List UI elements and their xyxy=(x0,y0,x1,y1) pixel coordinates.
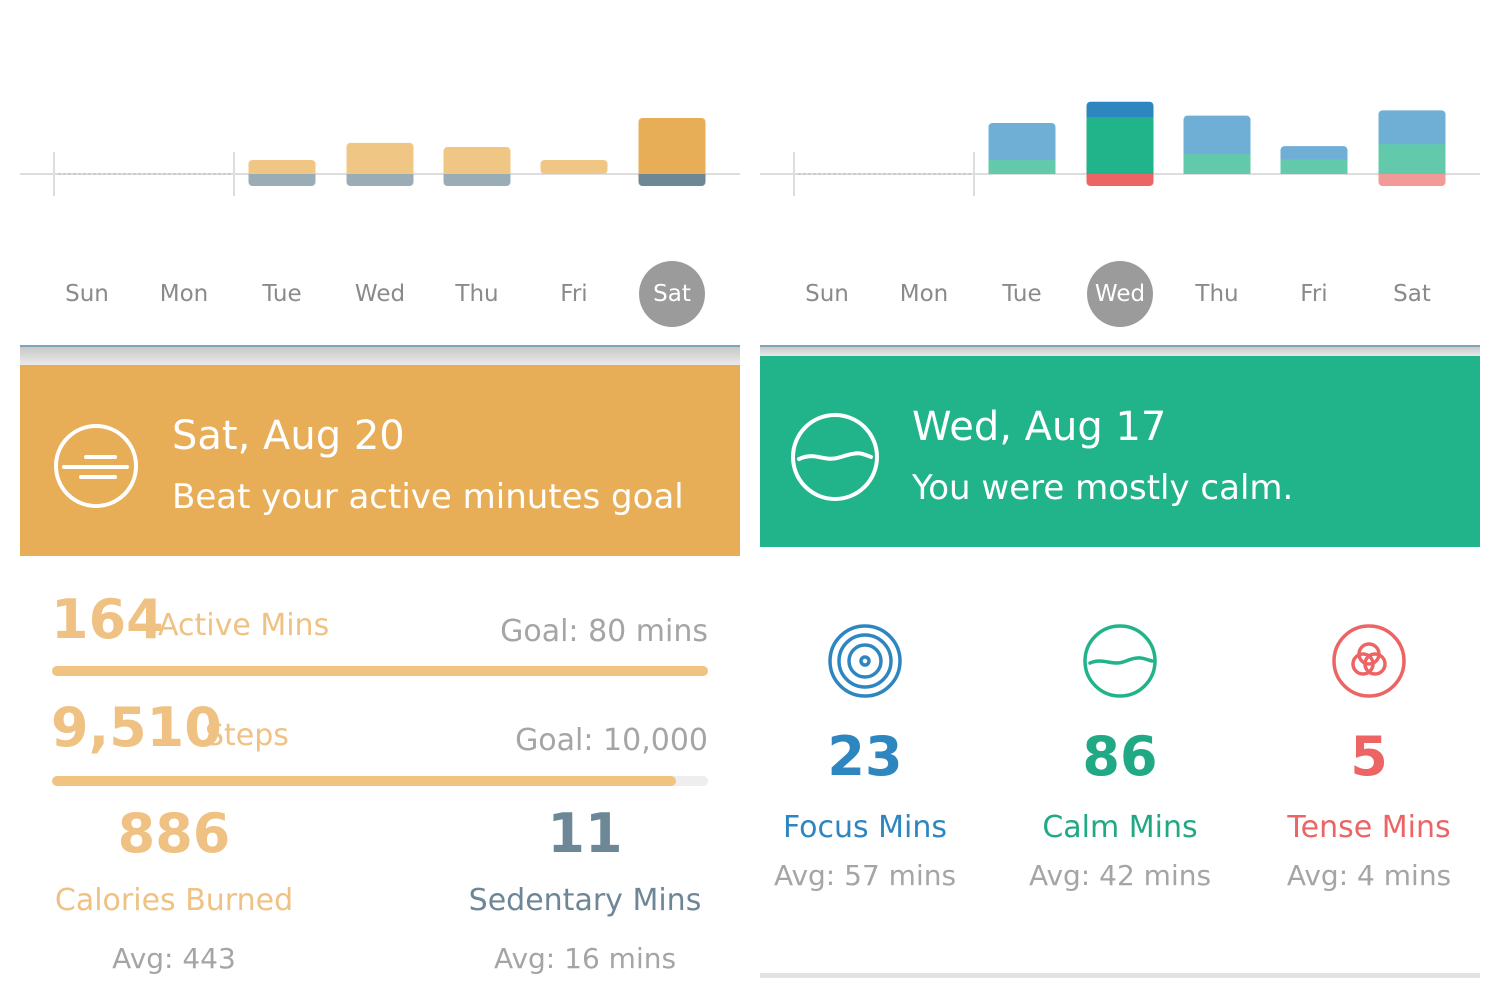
sedentary-label: Sedentary Mins xyxy=(468,883,702,918)
mood-week-chart xyxy=(760,101,1480,196)
tense-mins-value: 5 xyxy=(1350,725,1388,788)
banner-message: You were mostly calm. xyxy=(912,468,1294,508)
day-tab-wed[interactable]: Wed xyxy=(345,272,415,316)
active-bar-sat xyxy=(638,118,706,174)
section-divider xyxy=(760,345,1480,356)
day-tab-wed[interactable]: Wed xyxy=(1087,261,1153,327)
banner-message: Beat your active minutes goal xyxy=(172,477,684,517)
banner-date: Wed, Aug 17 xyxy=(912,404,1167,450)
day-tab-sat[interactable]: Sat xyxy=(639,261,705,327)
active-bar-thu xyxy=(443,147,511,174)
day-tab-tue[interactable]: Tue xyxy=(987,272,1057,316)
steps-label: Steps xyxy=(205,718,289,753)
section-divider xyxy=(20,345,740,365)
tense-rings-icon xyxy=(1332,624,1406,698)
day-tab-fri[interactable]: Fri xyxy=(1279,272,1349,316)
focus-bar-sat xyxy=(1378,110,1446,149)
sedentary-value: 11 xyxy=(547,802,623,865)
active-bar-base xyxy=(346,170,414,174)
bottom-divider xyxy=(760,973,1480,978)
calm-mins-label: Calm Mins xyxy=(1042,810,1198,845)
calories-label: Calories Burned xyxy=(54,883,294,918)
steps-value: 9,510 xyxy=(51,696,222,759)
active-bar-base xyxy=(443,170,511,174)
calm-wave-icon xyxy=(791,413,879,501)
focus-mins-value: 23 xyxy=(827,725,903,788)
active-bar-base xyxy=(638,170,706,174)
active-bar-wed xyxy=(346,142,414,174)
active-mins-progress xyxy=(52,666,708,676)
calm-bar-sat xyxy=(1378,144,1446,174)
day-tab-sat[interactable]: Sat xyxy=(1377,272,1447,316)
calm-mins-value: 86 xyxy=(1082,725,1158,788)
focus-mins-avg: Avg: 57 mins xyxy=(773,859,957,892)
calm-bar-fri xyxy=(1280,159,1348,174)
calm-mins-avg: Avg: 42 mins xyxy=(1028,859,1212,892)
active-bar-base xyxy=(248,170,316,174)
day-summary-banner: Sat, Aug 20 Beat your active minutes goa… xyxy=(20,365,740,556)
focus-bar-thu xyxy=(1183,115,1251,159)
active-mins-goal: Goal: 80 mins xyxy=(500,614,708,649)
calm-wave-icon xyxy=(1083,624,1157,698)
day-tab-fri[interactable]: Fri xyxy=(539,272,609,316)
active-bar-fri xyxy=(540,160,608,174)
tense-mins-label: Tense Mins xyxy=(1287,810,1451,845)
activity-lines-icon xyxy=(54,424,138,508)
banner-date: Sat, Aug 20 xyxy=(172,413,405,459)
active-mins-label: Active Mins xyxy=(158,608,330,643)
day-tab-thu[interactable]: Thu xyxy=(442,272,512,316)
day-tab-sun[interactable]: Sun xyxy=(792,272,862,316)
sedentary-avg: Avg: 16 mins xyxy=(493,942,677,975)
day-summary-banner: Wed, Aug 17 You were mostly calm. xyxy=(760,356,1480,547)
steps-goal: Goal: 10,000 xyxy=(515,723,708,758)
steps-progress xyxy=(52,776,708,786)
tense-mins-avg: Avg: 4 mins xyxy=(1286,859,1452,892)
day-tab-mon[interactable]: Mon xyxy=(889,272,959,316)
focus-target-icon xyxy=(828,624,902,698)
calories-avg: Avg: 443 xyxy=(112,942,236,975)
focus-bar-tue xyxy=(988,122,1056,165)
activity-week-chart xyxy=(20,118,740,196)
day-tab-tue[interactable]: Tue xyxy=(247,272,317,316)
mood-panel: Sun Mon Tue Wed Thu Fri Sat Wed, Aug 17 You we… xyxy=(760,0,1480,1000)
day-tab-mon[interactable]: Mon xyxy=(149,272,219,316)
calm-bar-thu xyxy=(1183,154,1251,174)
calm-bar-wed xyxy=(1086,117,1154,174)
focus-mins-label: Focus Mins xyxy=(782,810,948,845)
day-tab-sun[interactable]: Sun xyxy=(52,272,122,316)
day-tab-thu[interactable]: Thu xyxy=(1182,272,1252,316)
calm-bar-tue xyxy=(988,160,1056,174)
active-mins-value: 164 xyxy=(51,588,164,651)
calories-value: 886 xyxy=(117,802,231,865)
activity-panel: Sun Mon Tue Wed Thu Fri Sat Sat, Aug 20 Beat y… xyxy=(20,0,740,1000)
